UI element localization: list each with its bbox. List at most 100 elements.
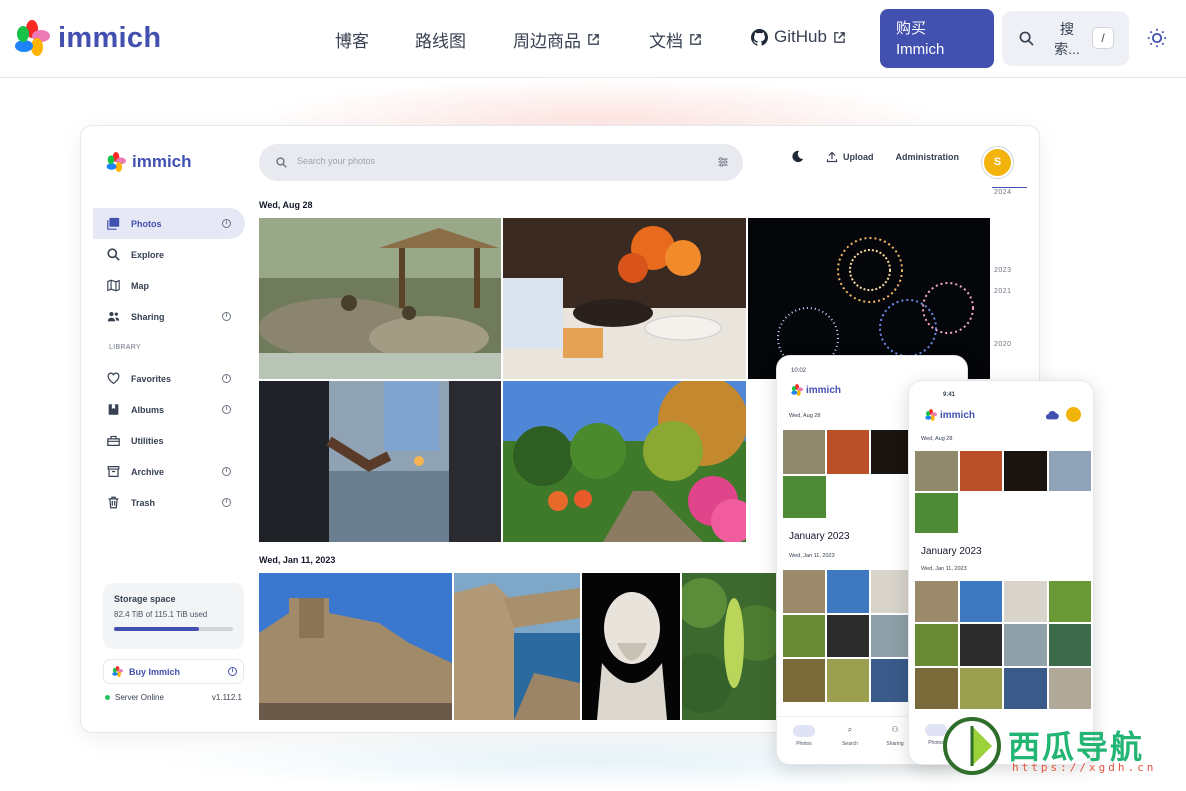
photo-thumbnail[interactable] xyxy=(871,570,913,613)
timeline-year[interactable]: 2021 xyxy=(994,288,1012,295)
photo-thumbnail[interactable] xyxy=(259,218,501,379)
search-icon xyxy=(276,157,287,168)
photo-thumbnail[interactable] xyxy=(259,573,452,720)
sidebar-item-explore[interactable]: Explore xyxy=(93,239,245,270)
photo-thumbnail[interactable] xyxy=(915,451,958,491)
sidebar-item-favorites[interactable]: Favorites i xyxy=(93,363,245,394)
photo-thumbnail[interactable] xyxy=(1048,581,1091,623)
photo-thumbnail[interactable] xyxy=(682,573,776,720)
buy-immich-button[interactable]: 购买 Immich xyxy=(880,9,994,68)
app-search-input[interactable]: Search your photos xyxy=(259,144,743,181)
info-icon[interactable]: i xyxy=(228,667,237,676)
photo-thumbnail[interactable] xyxy=(503,381,746,542)
photo-thumbnail[interactable] xyxy=(959,451,1002,491)
app-search-placeholder: Search your photos xyxy=(297,156,376,166)
nav-merch[interactable]: 周边商品 xyxy=(513,27,600,52)
photo-thumbnail[interactable] xyxy=(827,570,869,613)
administration-link[interactable]: Administration xyxy=(896,152,960,162)
photo-thumbnail[interactable] xyxy=(871,430,913,474)
nav-roadmap[interactable]: 路线图 xyxy=(415,27,466,52)
info-icon[interactable]: i xyxy=(222,498,231,507)
phone-nav-search[interactable]: ⌕ Search xyxy=(835,725,865,747)
photo-thumbnail[interactable] xyxy=(783,614,825,658)
sidebar-item-label: Explore xyxy=(131,249,165,260)
info-icon[interactable]: i xyxy=(222,374,231,383)
phone-nav-label: Photos xyxy=(796,741,812,747)
nav-merch-label: 周边商品 xyxy=(513,32,581,51)
photo-thumbnail[interactable] xyxy=(1004,624,1047,666)
timeline-year[interactable]: 2020 xyxy=(994,341,1012,348)
sidebar-item-utilities[interactable]: Utilities xyxy=(93,425,245,456)
server-status: Server Online v1.112.1 xyxy=(105,693,242,702)
sidebar-item-sharing[interactable]: Sharing i xyxy=(93,301,245,332)
buy-immich-mini-button[interactable]: Buy Immich i xyxy=(103,659,244,684)
immich-logo-icon xyxy=(15,20,50,56)
photo-thumbnail[interactable] xyxy=(454,573,580,720)
info-icon[interactable]: i xyxy=(222,312,231,321)
photo-thumbnail[interactable] xyxy=(1004,581,1047,623)
photo-thumbnail[interactable] xyxy=(1004,667,1047,709)
immich-logo-icon xyxy=(791,384,803,396)
photo-thumbnail[interactable] xyxy=(503,218,746,379)
cloud-icon[interactable] xyxy=(1045,408,1059,422)
filter-icon[interactable] xyxy=(717,156,729,168)
photo-thumbnail[interactable] xyxy=(1048,624,1091,666)
photo-thumbnail[interactable] xyxy=(1004,451,1047,491)
photo-thumbnail[interactable] xyxy=(827,659,869,702)
phone-nav-sharing[interactable]: ⚇ Sharing xyxy=(880,725,910,747)
avatar[interactable]: S xyxy=(982,147,1013,178)
info-icon[interactable]: i xyxy=(222,219,231,228)
photo-thumbnail[interactable] xyxy=(259,381,501,542)
phone-month-header: January 2023 xyxy=(789,531,850,542)
search-button[interactable]: 搜索... / xyxy=(1002,11,1129,66)
site-logo[interactable]: immich xyxy=(14,20,161,56)
people-icon: ⚇ xyxy=(891,725,899,734)
sidebar-item-archive[interactable]: Archive i xyxy=(93,456,245,487)
sidebar-item-map[interactable]: Map xyxy=(93,270,245,301)
storage-bar-fill xyxy=(114,627,200,631)
upload-button[interactable]: Upload xyxy=(826,151,874,163)
map-icon xyxy=(107,279,120,292)
photo-thumbnail[interactable] xyxy=(582,573,680,720)
upload-icon xyxy=(826,151,838,162)
photo-thumbnail[interactable] xyxy=(915,667,958,709)
photo-thumbnail[interactable] xyxy=(915,624,958,666)
timeline-year[interactable]: 2023 xyxy=(994,267,1012,274)
photo-thumbnail[interactable] xyxy=(783,430,825,474)
upload-label: Upload xyxy=(843,151,874,162)
sidebar-item-photos[interactable]: Photos i xyxy=(93,208,245,239)
timeline-year[interactable]: 2024 xyxy=(994,189,1012,196)
app-sidebar: Photos i Explore Map Sharing i LIBRARY F… xyxy=(93,208,245,518)
photo-thumbnail[interactable] xyxy=(959,624,1002,666)
album-icon xyxy=(108,404,119,415)
photo-thumbnail[interactable] xyxy=(783,476,826,518)
avatar[interactable] xyxy=(1066,407,1081,422)
photo-thumbnail[interactable] xyxy=(1048,451,1091,491)
storage-title: Storage space xyxy=(114,594,176,604)
watermark-url: https://xgdh.cn xyxy=(1012,761,1157,774)
photo-thumbnail[interactable] xyxy=(871,659,913,702)
photo-thumbnail[interactable] xyxy=(959,667,1002,709)
photo-thumbnail[interactable] xyxy=(915,581,958,623)
nav-github[interactable]: GitHub xyxy=(751,27,846,47)
photo-thumbnail[interactable] xyxy=(1048,667,1091,709)
info-icon[interactable]: i xyxy=(222,405,231,414)
photo-thumbnail[interactable] xyxy=(915,493,958,533)
sidebar-item-trash[interactable]: Trash i xyxy=(93,487,245,518)
phone-nav-photos[interactable]: Photos xyxy=(789,725,819,747)
sidebar-item-label: Map xyxy=(131,280,149,291)
phone-month-header: January 2023 xyxy=(921,546,982,557)
photo-thumbnail[interactable] xyxy=(871,614,913,658)
moon-icon[interactable] xyxy=(791,150,804,163)
photo-thumbnail[interactable] xyxy=(827,430,869,474)
nav-blog[interactable]: 博客 xyxy=(335,27,369,52)
nav-docs[interactable]: 文档 xyxy=(649,27,702,52)
photo-thumbnail[interactable] xyxy=(827,614,869,658)
theme-toggle-button[interactable] xyxy=(1146,27,1168,54)
photo-thumbnail[interactable] xyxy=(783,659,825,702)
photo-thumbnail[interactable] xyxy=(783,570,825,613)
photo-thumbnail[interactable] xyxy=(959,581,1002,623)
sidebar-item-albums[interactable]: Albums i xyxy=(93,394,245,425)
phone-app-logo: immich xyxy=(791,384,841,396)
info-icon[interactable]: i xyxy=(222,467,231,476)
